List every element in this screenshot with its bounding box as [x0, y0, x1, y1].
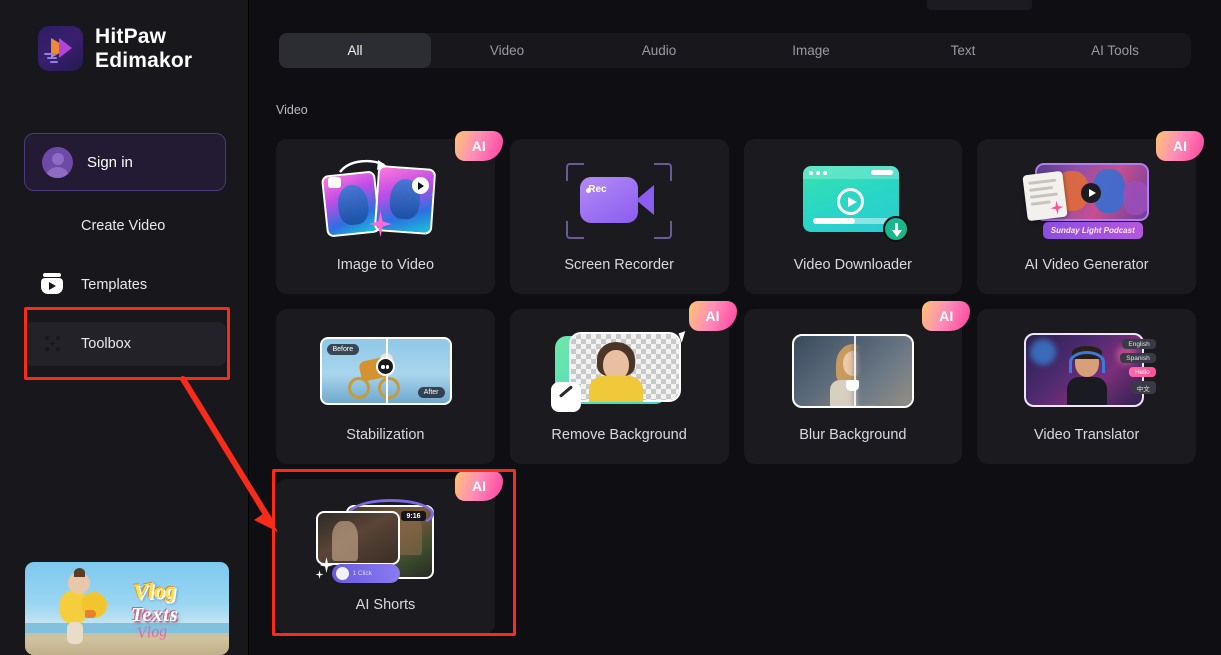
tool-card-label: Blur Background	[799, 427, 907, 443]
tab-all[interactable]: All	[279, 33, 431, 68]
brand-line-1: HitPaw	[95, 25, 167, 48]
sidebar-item-toolbox[interactable]: Toolbox	[24, 322, 226, 366]
sidebar: HitPaw Edimakor Sign in Create Video Tem…	[0, 0, 249, 655]
app-root: HitPaw Edimakor Sign in Create Video Tem…	[0, 0, 1221, 655]
sidebar-item-templates[interactable]: Templates	[24, 263, 226, 307]
tool-card-image-to-video[interactable]: AI Image to Video	[276, 131, 503, 294]
tool-card-video-downloader[interactable]: Video Downloader	[743, 139, 963, 294]
language-chip: 中文	[1130, 381, 1156, 394]
ai-badge: AI	[922, 301, 971, 331]
tool-card-blur-background[interactable]: AI Blur Background	[743, 301, 971, 464]
tool-thumbnail: Sunday Light Podcast	[977, 157, 1196, 245]
tab-audio[interactable]: Audio	[583, 33, 735, 68]
user-avatar-icon	[42, 146, 73, 178]
top-partial-element	[927, 0, 1032, 10]
brand-line-2: Edimakor	[95, 48, 193, 72]
tool-card-video-translator[interactable]: English Spanish Hello 中文 Video Translato…	[977, 309, 1196, 464]
tool-thumbnail: Before After	[276, 327, 495, 415]
sidebar-item-label: Create Video	[81, 218, 166, 234]
cursor-icon	[678, 331, 689, 343]
language-chip: Spanish	[1120, 353, 1156, 363]
tool-row: Before After Stabilization AI Remove Bac…	[276, 301, 1196, 464]
tool-thumbnail: 9:16 1 Click	[276, 497, 495, 585]
brand-title: HitPaw Edimakor	[95, 25, 192, 72]
rec-label: Rec	[588, 184, 607, 195]
promo-thumbnail[interactable]: Vlog Texts Vlog	[25, 562, 229, 655]
section-heading: Video	[276, 103, 308, 117]
tool-card-label: Video Downloader	[793, 257, 912, 273]
tool-card-screen-recorder[interactable]: Rec Screen Recorder	[509, 139, 729, 294]
sign-in-button[interactable]: Sign in	[24, 133, 226, 191]
tab-text[interactable]: Text	[887, 33, 1039, 68]
promo-script-text: Vlog	[136, 622, 168, 643]
after-tag: After	[417, 387, 445, 398]
hitpaw-logo-icon	[38, 26, 83, 72]
tool-row: AI Image to Video Rec Screen Recorder Vi…	[276, 131, 1204, 294]
tool-thumbnail	[276, 157, 495, 245]
promo-title: Vlog	[132, 576, 177, 605]
ai-badge: AI	[688, 301, 737, 331]
language-chip-active: Hello	[1128, 367, 1156, 377]
compare-slider-handle[interactable]	[375, 357, 395, 376]
main-content: All Video Audio Image Text AI Tools Vide…	[249, 0, 1221, 655]
tool-grid: AI Image to Video Rec Screen Recorder Vi…	[276, 131, 1204, 649]
tab-video[interactable]: Video	[431, 33, 583, 68]
category-tab-bar: All Video Audio Image Text AI Tools	[279, 33, 1191, 68]
create-video-icon	[41, 214, 65, 238]
tool-card-label: AI Video Generator	[1024, 257, 1149, 273]
tool-card-ai-shorts[interactable]: AI 9:16 1 Click AI Shorts	[276, 471, 503, 634]
toolbox-icon	[41, 332, 65, 356]
before-tag: Before	[326, 344, 360, 355]
tool-card-ai-video-generator[interactable]: AI Sunday Light Podcast AI Video Generat…	[977, 131, 1204, 294]
tool-thumbnail	[744, 327, 963, 415]
tool-card-label: Screen Recorder	[564, 257, 674, 273]
one-click-label: 1 Click	[352, 570, 373, 577]
video-caption: Sunday Light Podcast	[1042, 222, 1143, 239]
tool-card-label: Image to Video	[336, 257, 435, 273]
tool-card-stabilization[interactable]: Before After Stabilization	[276, 309, 495, 464]
sidebar-item-create-video[interactable]: Create Video	[24, 204, 226, 248]
sidebar-item-label: Templates	[81, 277, 148, 293]
tab-image[interactable]: Image	[735, 33, 887, 68]
ai-badge: AI	[454, 131, 503, 161]
brand: HitPaw Edimakor	[38, 25, 192, 72]
tool-card-remove-background[interactable]: AI Remove Background	[509, 301, 737, 464]
duck-illustration	[55, 568, 113, 646]
language-chip: English	[1122, 339, 1156, 349]
tool-thumbnail: English Spanish Hello 中文	[977, 327, 1196, 415]
templates-icon	[41, 273, 65, 297]
tab-ai-tools[interactable]: AI Tools	[1039, 33, 1191, 68]
tool-card-label: Stabilization	[346, 427, 425, 443]
ai-badge: AI	[455, 471, 503, 501]
tool-thumbnail	[744, 157, 963, 245]
tool-row: AI 9:16 1 Click AI Shorts	[276, 471, 1196, 634]
tool-thumbnail	[510, 327, 729, 415]
tool-thumbnail: Rec	[510, 157, 729, 245]
magic-wand-icon	[551, 382, 582, 412]
aspect-ratio-badge: 9:16	[401, 511, 426, 521]
tool-card-label: Video Translator	[1033, 427, 1140, 443]
ai-badge: AI	[1156, 131, 1204, 161]
sign-in-label: Sign in	[87, 153, 133, 171]
tool-card-label: AI Shorts	[355, 597, 416, 613]
tool-card-label: Remove Background	[551, 427, 687, 443]
sidebar-item-label: Toolbox	[81, 336, 131, 352]
